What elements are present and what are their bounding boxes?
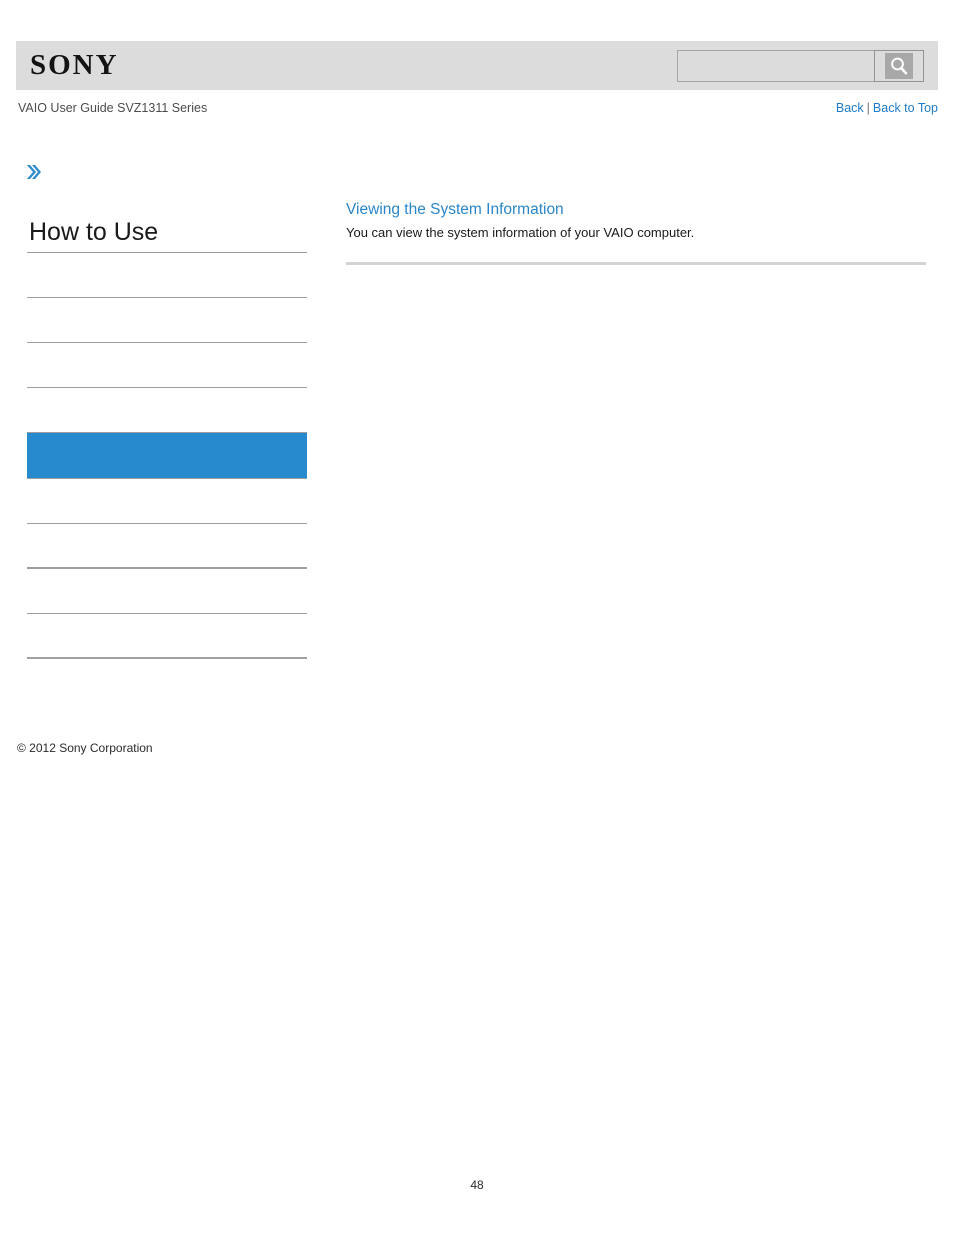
sidebar-item-6[interactable]	[27, 479, 307, 524]
sidebar-item-7[interactable]	[27, 524, 307, 569]
sidebar-title: How to Use	[27, 216, 307, 253]
guide-title: VAIO User Guide SVZ1311 Series	[18, 101, 208, 115]
sony-logo: SONY	[30, 49, 119, 81]
sidebar-item-5-selected[interactable]	[27, 433, 307, 479]
search-container	[677, 50, 924, 82]
sidebar-item-9[interactable]	[27, 614, 307, 659]
sidebar-item-8[interactable]	[27, 569, 307, 614]
main-content: Viewing the System Information You can v…	[346, 200, 926, 265]
content-body-text: You can view the system information of y…	[346, 225, 695, 240]
search-icon	[885, 53, 913, 79]
header-bar: SONY	[16, 41, 938, 90]
sidebar-item-2[interactable]	[27, 298, 307, 343]
subheader-row: VAIO User Guide SVZ1311 Series Back | Back…	[18, 101, 938, 119]
back-link[interactable]: Back	[836, 101, 864, 115]
double-chevron-right-icon[interactable]	[25, 162, 43, 182]
sidebar-item-4[interactable]	[27, 388, 307, 433]
copyright-text: © 2012 Sony Corporation	[17, 741, 153, 755]
sidebar-item-3[interactable]	[27, 343, 307, 388]
sidebar: How to Use	[27, 216, 307, 659]
page-number: 48	[470, 1178, 484, 1192]
content-heading: Viewing the System Information	[346, 201, 564, 218]
sidebar-nav-list	[27, 253, 307, 659]
back-to-top-link[interactable]: Back to Top	[873, 101, 938, 115]
search-button[interactable]	[874, 50, 924, 82]
sidebar-item-1[interactable]	[27, 253, 307, 298]
content-divider	[346, 262, 926, 265]
search-input[interactable]	[677, 50, 874, 82]
header-nav-links: Back | Back to Top	[836, 101, 938, 115]
link-separator: |	[866, 101, 870, 115]
